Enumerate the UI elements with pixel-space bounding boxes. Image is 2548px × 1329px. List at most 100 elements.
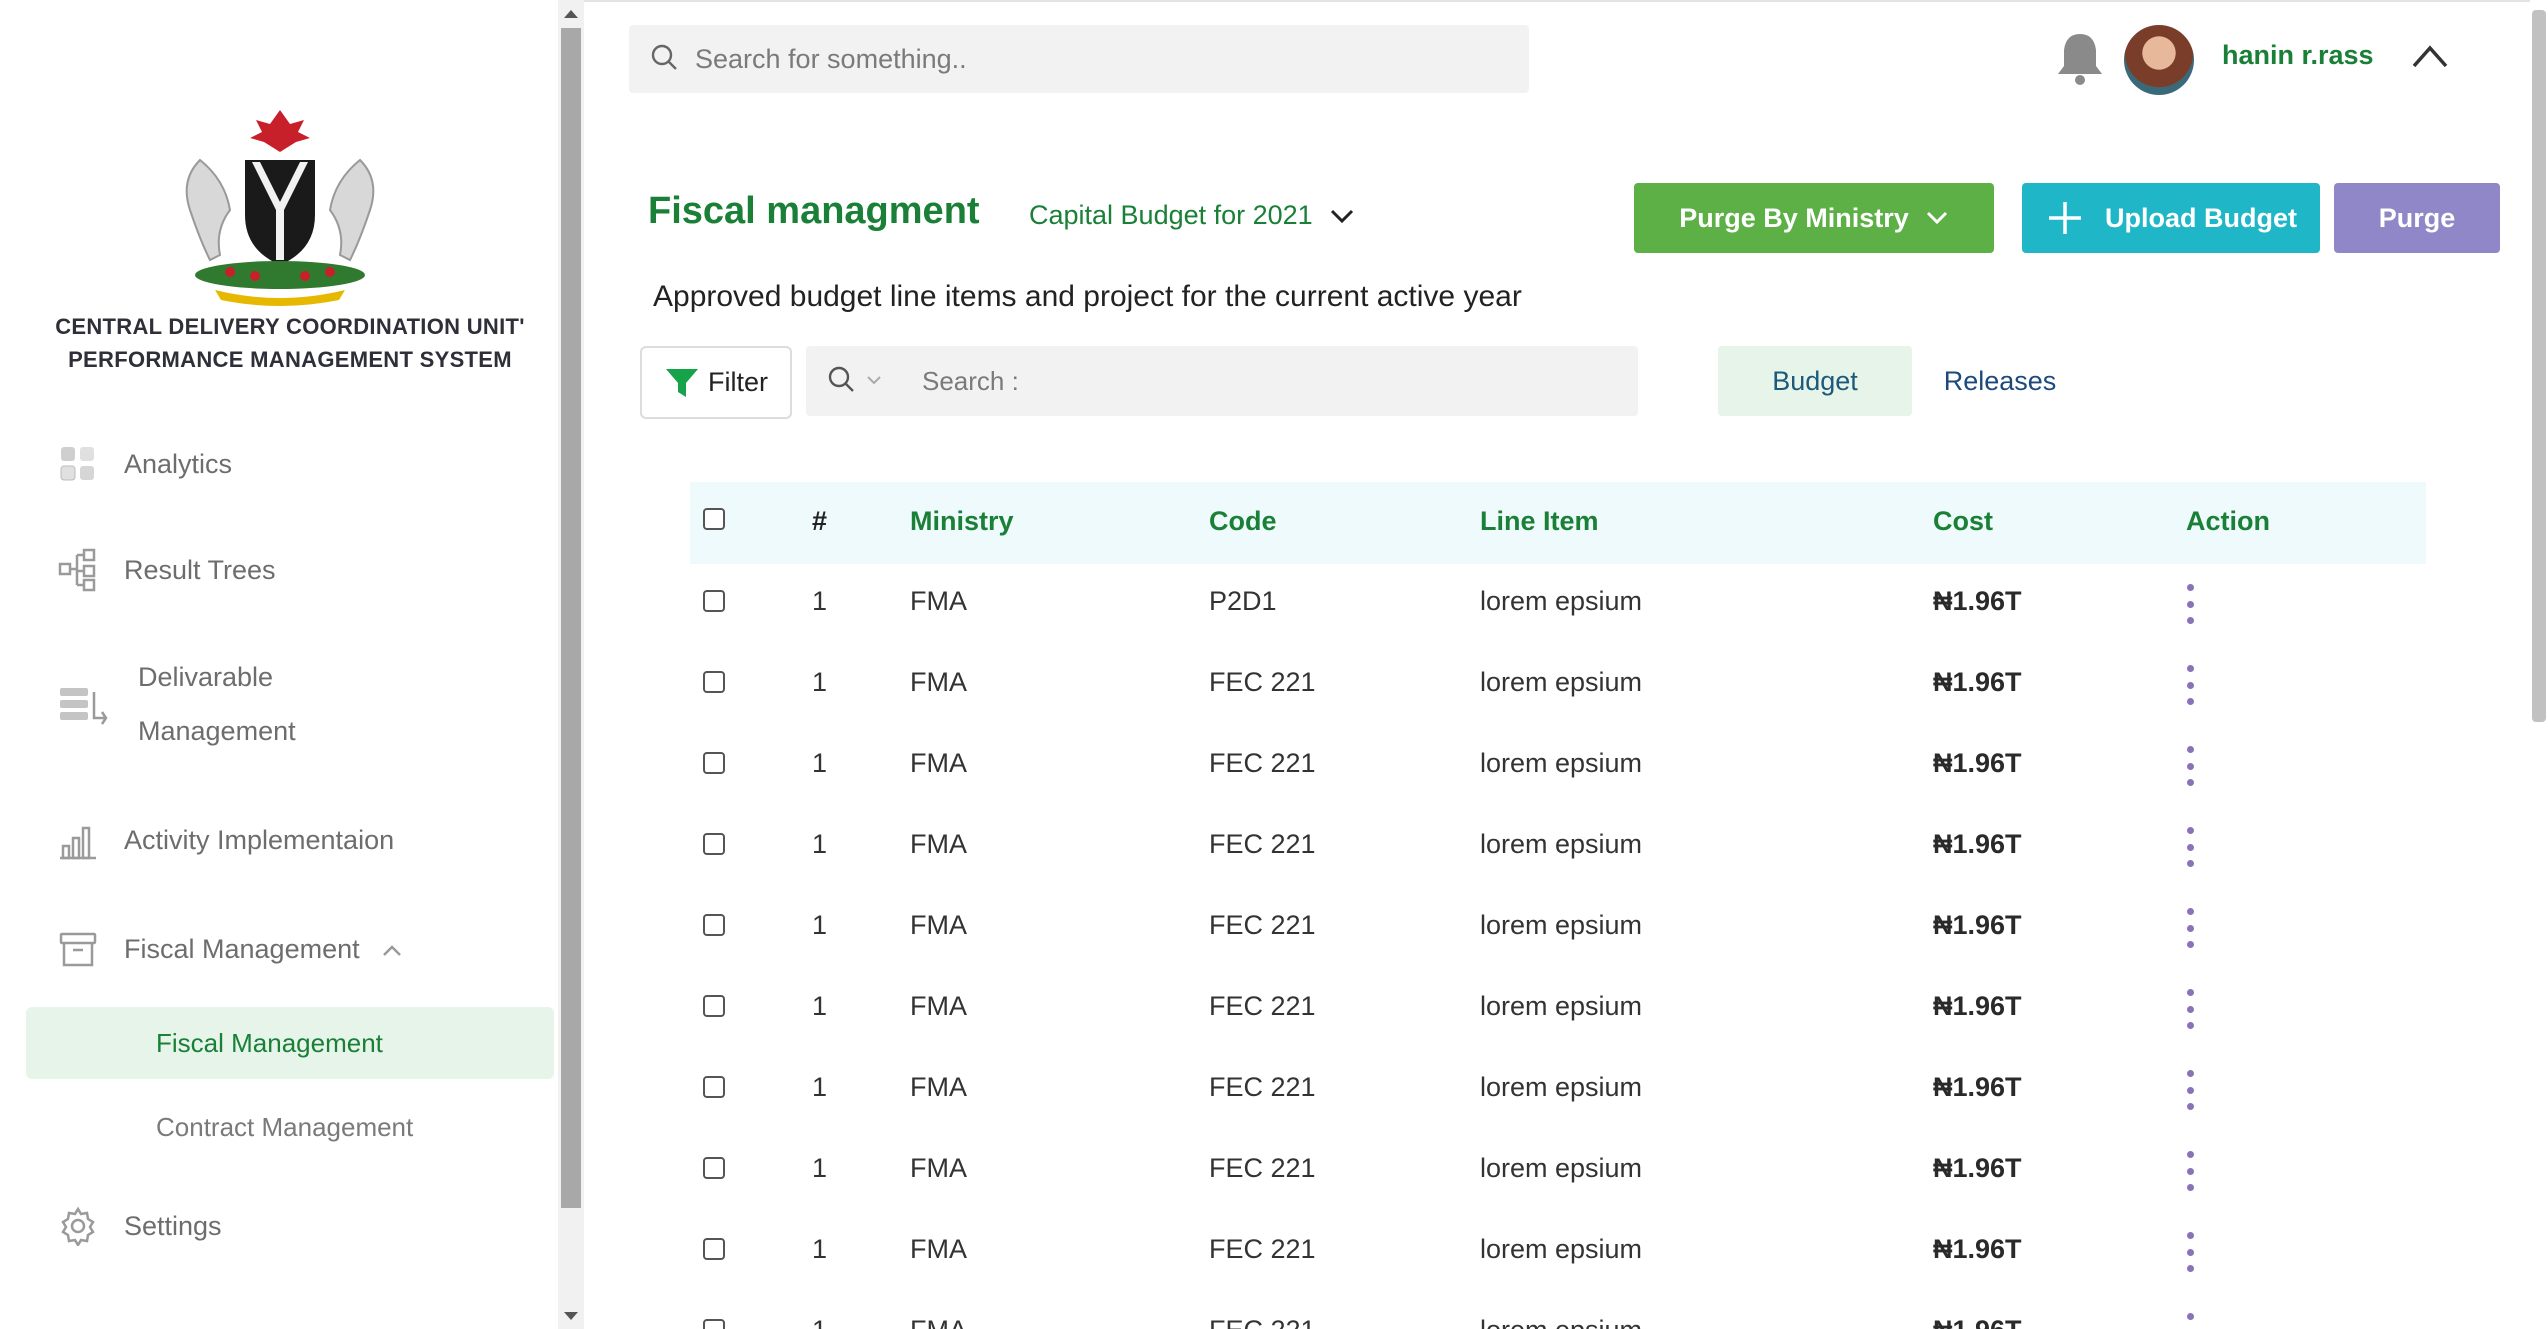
column-header-number: #: [812, 506, 828, 536]
cell-ministry: FMA: [910, 829, 967, 859]
more-options-icon[interactable]: [2184, 1070, 2196, 1110]
table-row: 1 FMA FEC 221 lorem epsium ₦1.96T: [690, 726, 2426, 807]
row-checkbox[interactable]: [703, 671, 725, 693]
cell-ministry: FMA: [910, 748, 967, 778]
cell-ministry: FMA: [910, 1153, 967, 1183]
table-search-input[interactable]: [922, 365, 1622, 397]
more-options-icon[interactable]: [2184, 827, 2196, 867]
sidebar-item-result-trees[interactable]: Result Trees: [56, 548, 276, 592]
scroll-down-arrow-icon[interactable]: [564, 1312, 578, 1320]
cell-line-item: lorem epsium: [1480, 667, 1643, 697]
sidebar-item-settings[interactable]: Settings: [56, 1204, 222, 1248]
cell-cost: ₦1.96T: [1933, 991, 2022, 1021]
cell-cost: ₦1.96T: [1933, 910, 2022, 940]
cell-code: FEC 221: [1209, 1072, 1316, 1102]
cell-line-item: lorem epsium: [1480, 991, 1643, 1021]
scroll-up-arrow-icon[interactable]: [564, 10, 578, 18]
cell-line-item: lorem epsium: [1480, 748, 1643, 778]
archive-icon: [56, 927, 100, 971]
more-options-icon[interactable]: [2184, 908, 2196, 948]
cell-code: FEC 221: [1209, 1153, 1316, 1183]
row-checkbox[interactable]: [703, 1238, 725, 1260]
more-options-icon[interactable]: [2184, 1232, 2196, 1272]
chevron-down-icon: [1926, 211, 1947, 225]
cell-code: FEC 221: [1209, 748, 1316, 778]
sidebar-item-label: Activity Implementaion: [124, 824, 395, 855]
table-row: 1 FMA FEC 221 lorem epsium ₦1.96T: [690, 1131, 2426, 1212]
main-scrollbar[interactable]: [2530, 0, 2548, 1329]
topbar-divider: [584, 0, 2548, 2]
main-scroll-thumb[interactable]: [2532, 10, 2546, 722]
cell-number: 1: [812, 667, 828, 697]
chevron-down-icon: [1330, 209, 1353, 223]
more-options-icon[interactable]: [2184, 584, 2196, 624]
filter-button[interactable]: Filter: [640, 346, 792, 419]
purge-button[interactable]: Purge: [2334, 183, 2500, 253]
avatar[interactable]: [2124, 25, 2194, 95]
purge-by-ministry-button[interactable]: Purge By Ministry: [1634, 183, 1994, 253]
more-options-icon[interactable]: [2184, 1151, 2196, 1191]
column-header-action: Action: [2186, 506, 2270, 536]
column-header-cost[interactable]: Cost: [1933, 506, 1993, 537]
budget-select-label: Capital Budget for 2021: [1029, 200, 1313, 230]
upload-budget-button[interactable]: Upload Budget: [2022, 183, 2320, 253]
coat-of-arms-logo: [160, 100, 400, 310]
sidebar-item-deliverable-management[interactable]: Delivarable Management: [56, 650, 296, 758]
chevron-down-icon[interactable]: [866, 372, 882, 390]
sidebar-item-fiscal-management[interactable]: Fiscal Management: [56, 927, 402, 971]
sidebar: CENTRAL DELIVERY COORDINATION UNIT' PERF…: [0, 0, 558, 1329]
global-search[interactable]: [629, 25, 1529, 93]
sidebar-item-label-line1: Delivarable: [138, 662, 274, 692]
sidebar-item-label-line2: Management: [138, 716, 296, 746]
cell-line-item: lorem epsium: [1480, 1234, 1643, 1264]
row-checkbox[interactable]: [703, 833, 725, 855]
sidebar-item-activity-implementation[interactable]: Activity Implementaion: [56, 818, 394, 862]
more-options-icon[interactable]: [2184, 1313, 2196, 1329]
subnav-fiscal-management[interactable]: Fiscal Management: [26, 1007, 554, 1079]
more-options-icon[interactable]: [2184, 989, 2196, 1029]
bell-icon[interactable]: [2056, 30, 2104, 86]
purge-by-ministry-label: Purge By Ministry: [1679, 202, 1909, 233]
cell-cost: ₦1.96T: [1933, 1315, 2022, 1329]
row-checkbox[interactable]: [703, 914, 725, 936]
sidebar-item-analytics[interactable]: Analytics: [56, 442, 232, 486]
chevron-up-icon[interactable]: [2410, 42, 2450, 70]
more-options-icon[interactable]: [2184, 665, 2196, 705]
row-checkbox[interactable]: [703, 752, 725, 774]
user-name[interactable]: hanin r.rass: [2222, 40, 2374, 71]
cell-number: 1: [812, 1153, 828, 1183]
tab-releases[interactable]: Releases: [1930, 346, 2070, 416]
cell-line-item: lorem epsium: [1480, 586, 1643, 616]
cell-code: P2D1: [1209, 586, 1277, 616]
table-row: 1 FMA FEC 221 lorem epsium ₦1.96T: [690, 1293, 2426, 1329]
row-checkbox[interactable]: [703, 995, 725, 1017]
search-icon: [649, 42, 679, 77]
table-row: 1 FMA FEC 221 lorem epsium ₦1.96T: [690, 888, 2426, 969]
column-header-ministry[interactable]: Ministry: [910, 506, 1014, 537]
sidebar-scroll-thumb[interactable]: [561, 28, 581, 1208]
tab-budget[interactable]: Budget: [1718, 346, 1912, 416]
subnav-contract-management[interactable]: Contract Management: [26, 1091, 554, 1163]
sidebar-item-label: Analytics: [124, 448, 233, 479]
cell-line-item: lorem epsium: [1480, 1072, 1643, 1102]
chevron-up-icon: [382, 934, 402, 965]
budget-year-select[interactable]: Capital Budget for 2021: [1029, 200, 1355, 231]
sidebar-scrollbar[interactable]: [558, 0, 584, 1329]
row-checkbox[interactable]: [703, 1319, 725, 1329]
page-subtitle: Approved budget line items and project f…: [653, 280, 1522, 313]
cell-number: 1: [812, 910, 828, 940]
column-header-code[interactable]: Code: [1209, 506, 1277, 537]
more-options-icon[interactable]: [2184, 746, 2196, 786]
sidebar-item-label: Fiscal Management: [124, 933, 360, 964]
global-search-input[interactable]: [695, 43, 1495, 75]
plus-icon: [2049, 202, 2081, 234]
column-header-line-item[interactable]: Line Item: [1480, 506, 1599, 537]
cell-number: 1: [812, 748, 828, 778]
table-row: 1 FMA P2D1 lorem epsium ₦1.96T: [690, 564, 2426, 645]
row-checkbox[interactable]: [703, 1076, 725, 1098]
row-checkbox[interactable]: [703, 590, 725, 612]
row-checkbox[interactable]: [703, 1157, 725, 1179]
cell-ministry: FMA: [910, 1072, 967, 1102]
table-search[interactable]: [806, 346, 1638, 416]
select-all-checkbox[interactable]: [703, 508, 725, 530]
